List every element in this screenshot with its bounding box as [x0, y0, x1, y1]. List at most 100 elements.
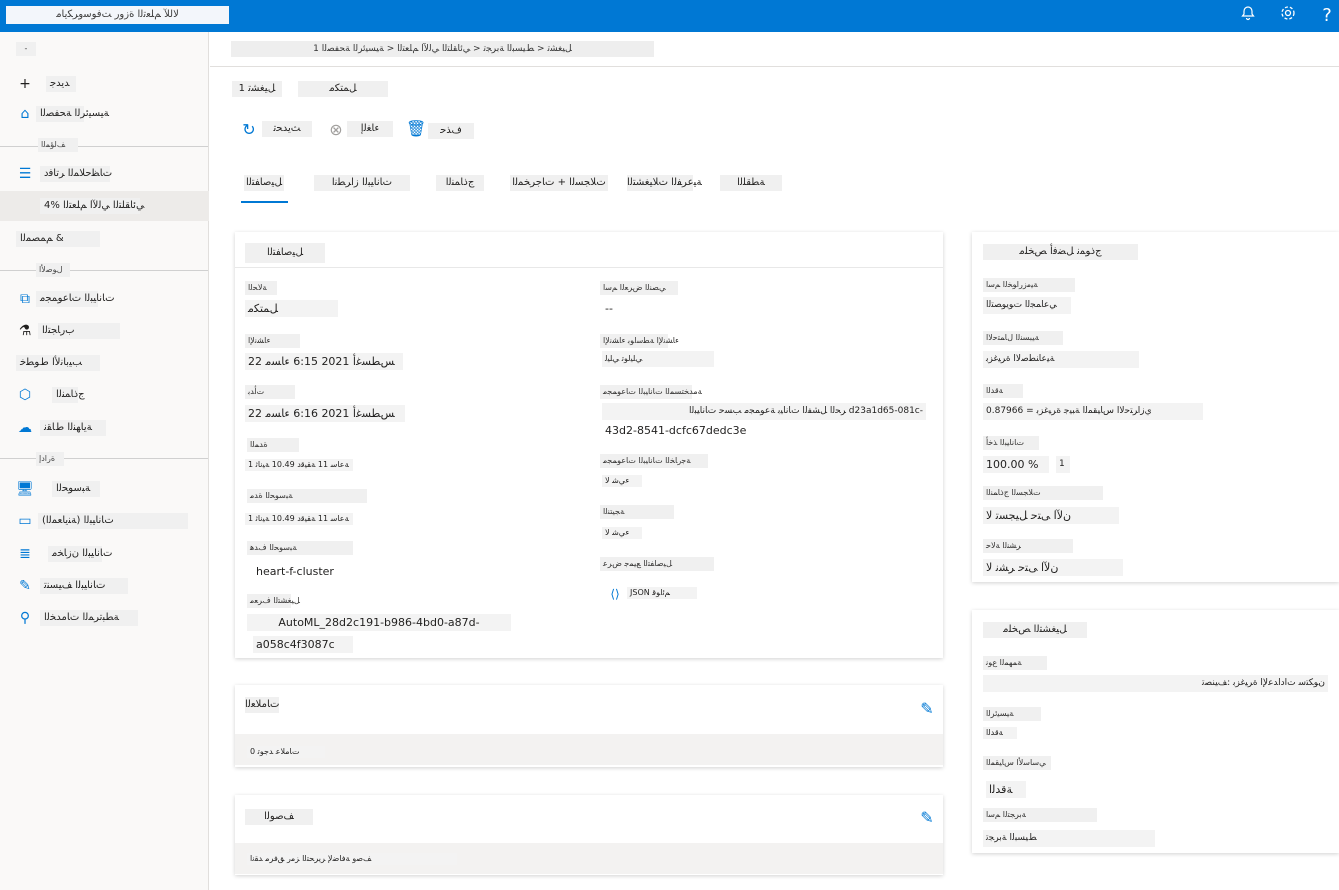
top-bar: ﻻﻟﻶ ﻢﻠﻌﺗﻟﺍ ﺓﺯﻭﺭ ﺖﻓﻮﺳﻭﺮﻜﻳﺎﻣ ? — [0, 0, 1339, 32]
divider — [0, 458, 208, 459]
divider — [210, 66, 1339, 67]
best-model-title: ﺝﺫﻮﻤﻧ ﻞﻀﻓﺃ ﺺﺨﻠﻣ — [983, 244, 1138, 260]
delete-icon[interactable]: 🗑 — [406, 119, 426, 139]
sidebar-item-models[interactable]: ⬡ ﺝﺫﺎﻤﻨﻟﺍ — [0, 381, 209, 409]
registered-models-label: ﺕﻼﺠﺴﻟﺍ ﺝﺫﺎﻤﻨﻟﺍ — [983, 486, 1103, 500]
gear-icon[interactable] — [1276, 4, 1300, 28]
delete-button[interactable]: ﻑﺬﺣ — [428, 123, 474, 139]
started-value: 22 ﺲﻄﺴﻏﺃ 2021 6:16 ﺀﺎﺴﻣ — [245, 405, 405, 422]
primary-metric-value: ﺔﻗﺪﻟﺍ — [986, 781, 1026, 798]
sidebar-item-datastores[interactable]: ≣ ﺕﺎﻧﺎﻴﺒﻟﺍ ﻥﺯﺎﺨﻣ — [0, 540, 209, 568]
app-title[interactable]: ﻻﻟﻶ ﻢﻠﻌﺗﻟﺍ ﺓﺯﻭﺭ ﺖﻓﻮﺳﻭﺮﻜﻳﺎﻣ — [6, 6, 229, 24]
algorithm-value[interactable]: ﻲﻋﺎﻤﺠﻟﺍ ﺕﻮﻳﻮﺼﺘﻟﺍ — [983, 297, 1071, 314]
primary-label: ﺔﻴﺴﻴﺋﺮﻟﺍ — [983, 707, 1041, 721]
compute-target-label: ﺔﺒﺳﻮﺤﻟﺍ ﻑﺪﻫ — [247, 541, 353, 555]
sidebar-item-designer[interactable]: ﻢﻤﺼﻤﻟﺍ & — [0, 225, 209, 253]
json-lists-link[interactable]: JSON ﻢﺋﺍﻮﻗ — [627, 587, 697, 599]
edit-tags-icon[interactable]: ✎ — [917, 699, 937, 719]
primary-value: ﺔﻗﺪﻟﺍ — [983, 727, 1017, 739]
breadcrumb[interactable]: 1 ﻞﻴﻐﺸﺗ < ﻂﻴﺴﺒﻟﺍ ﺔﺑﺮﺠﺗ < ﻲﺋﺎﻘﻠﺘﻟﺍ ﻲﻟﻵﺍ ﻢ… — [231, 41, 654, 57]
created-by-value: ﻲﻠﻴﻟﻮﺗ ﻲﻠﻴﻟ — [602, 351, 714, 367]
divider — [0, 270, 208, 271]
compute-target-value[interactable]: heart-f-cluster — [253, 563, 353, 580]
status-value: ﻞﻤﺘﻜﻣ — [245, 300, 338, 317]
run-summary-title: ﻞﻴﻐﺸﺘﻟﺍ ﺺﺨﻠﻣ — [983, 622, 1087, 638]
run-id-value-line2: a058c4f3087c — [253, 636, 353, 653]
sidebar-item-home[interactable]: ⌂ ﺔﻴﺴﻴﺋﺮﻟﺍ ﺔﺤﻔﺼﻟﺍ — [0, 100, 209, 128]
accuracy-label: ﺔﻗﺪﻟﺍ — [983, 384, 1023, 398]
ensemble-value: ﺔﻴﻋﺎﻨﻄﺻﻻﺍ ﺓﺮﻴﻏﺰﺑ — [983, 351, 1139, 368]
tags-card: ﺕﺎﻣﻼﻌﻟﺍ ✎ 0 ﺕﺎﻣﻼﻋ ﺪﺟﻮﺗ — [235, 685, 943, 767]
sidebar-item-endpoints[interactable]: ☁ ﺔﻳﺎﻬﻨﻟﺍ ﻁﺎﻘﻧ — [0, 414, 209, 442]
all-details-label: ﻞﻴﺻﺎﻔﺘﻟﺍ ﻊﻴﻤﺟ ﺽﺮﻋ — [600, 557, 714, 571]
run-title: 1 ﻞﻴﻐﺸﺗ — [232, 81, 282, 97]
details-title: ﻞﻴﺻﺎﻔﺘﻟﺍ — [245, 243, 325, 263]
datasets-icon: ⧉ — [20, 291, 30, 307]
data-sample-badge: 1 — [1056, 456, 1070, 473]
compute-duration-label: ﺔﺒﺳﻮﺤﻟﺍ ﺓﺪﻣ — [247, 489, 367, 503]
cube-icon: ⬡ — [18, 387, 32, 403]
sidebar-item-automl[interactable]: ﻲﺋﺎﻘﻠﺘﻟﺍ ﻲﻟﻵﺍ ﻢﻠﻌﺘﻟﺍ %4 — [0, 191, 209, 221]
sidebar-item-linked-services[interactable]: ⚲ ﺔﻄﺒﺗﺮﻤﻟﺍ ﺕﺎﻣﺪﺨﻟﺍ — [0, 604, 209, 632]
duration-value: 1 ﺔﻋﺎﺳ 11 ﺔﻘﻴﻗﺩ 10.49 ﺔﻴﻧﺎﺛ — [245, 459, 353, 471]
json-icon[interactable]: ⟨⟩ — [605, 584, 625, 604]
sidebar-item-new[interactable]: + ﺪﻳﺪﺟ — [0, 70, 209, 98]
tab-models[interactable]: ﺝﺫﺎﻤﻨﻟﺍ — [436, 175, 484, 191]
divider — [235, 267, 943, 268]
status-label: ﺔﻟﺎﺤﻟﺍ — [245, 281, 277, 295]
compute-icon: 🖥 — [16, 481, 34, 497]
notebook-icon: ☰ — [18, 166, 32, 182]
created-value: 22 ﺲﻄﺴﻏﺃ 2021 6:15 ﺀﺎﺴﻣ — [245, 353, 403, 370]
run-status: ﻞﻤﺘﻜﻣ — [298, 81, 388, 97]
input-dataset-link-line2[interactable]: 43d2-8541-dcfc67dedc3e — [602, 422, 760, 439]
tab-outputs-logs[interactable]: ﺕﻼﺠﺴﻟﺍ + ﺕﺎﺟﺮﺨﻤﻟﺍ — [510, 175, 608, 191]
accuracy-value: 0.87966 = ﻱﺯﺍﺮﺘﺣﻻﺍ ﺱﺎﻴﻘﻤﻟﺍ ﺔﺒﻴﺟ ﺓﺮﻴﻏﺰﺑ — [983, 403, 1203, 420]
description-empty: ﻒﺻﻭ ﺔﻓﺎﺿﻹ ﺮﻳﺮﺤﺘﻟﺍ ﺰﻣﺭ ﻖﻓﺮﻣ ﺪﻘﻧﺍ — [247, 853, 457, 865]
description-title: ﻒﺻﻮﻟﺍ — [245, 809, 313, 825]
data-sample-label: ﺕﺎﻧﺎﻴﺒﻟﺍ ﺬﺧﺃ — [983, 436, 1039, 450]
description-card: ﻒﺻﻮﻟﺍ ✎ ﻒﺻﻭ ﺔﻓﺎﺿﻹ ﺮﻳﺮﺤﺘﻟﺍ ﺰﻣﺭ ﻖﻓﺮﻣ ﺪﻘﻧﺍ — [235, 795, 943, 875]
deploy-status-label: ﺮﺸﻨﻟﺍ ﺔﻟﺎﺣ — [983, 539, 1073, 553]
data-sample-value: 100.00 % — [983, 456, 1049, 473]
sidebar-item-experiments[interactable]: ⚗ ﺏﺭﺎﺠﺘﻟﺍ — [0, 317, 209, 345]
refresh-icon[interactable]: ↻ — [239, 120, 259, 140]
home-icon: ⌂ — [20, 106, 30, 122]
task-type-label: ﺔﻤﻬﻤﻟﺍ ﻉﻮﻧ — [983, 656, 1047, 670]
sidebar-item-data-labeling[interactable]: ▭ ﺕﺎﻧﺎﻴﺒﻟﺍ (ﺔﻨﻳﺎﻌﻤﻟﺍ) — [0, 507, 209, 535]
section-assets: ﻝﻮﺻﻷﺍ — [36, 263, 70, 277]
run-id-label: ﻞﻴﻐﺸﺘﻟﺍ ﻑﺮﻌﻣ — [247, 594, 300, 608]
display-name-value: -- — [602, 300, 632, 317]
sidebar-item-pipelines[interactable]: ﺐﻴﺑﺎﻧﻷﺍ ﻁﻮﻄﺧ — [0, 349, 209, 377]
tab-child-runs[interactable]: ﺔﻴﻋﺮﻔﻟﺍ ﺕﻼﻴﻐﺸﺘﻟﺍ — [627, 175, 702, 191]
endpoint-icon: ☁ — [18, 420, 32, 436]
details-card: ﻞﻴﺻﺎﻔﺘﻟﺍ ﺔﻟﺎﺤﻟﺍ ﻞﻤﺘﻜﻣ ﺀﺎﺸﻧﻹﺍ 22 ﺲﻄﺴﻏﺃ 20… — [235, 232, 943, 658]
best-model-card: ﺝﺫﻮﻤﻧ ﻞﻀﻓﺃ ﺺﺨﻠﻣ ﺔﻴﻣﺯﺭﺍﻮﺨﻟﺍ ﻢﺳﺍ ﻲﻋﺎﻤﺠﻟﺍ ﺕ… — [972, 232, 1339, 582]
section-manage: ﺓﺭﺍﺩﺇ — [36, 452, 64, 466]
created-label: ﺀﺎﺸﻧﻹﺍ — [245, 334, 300, 348]
sidebar: - + ﺪﻳﺪﺟ ⌂ ﺔﻴﺴﻴﺋﺮﻟﺍ ﺔﺤﻔﺼﻟﺍ ﻒﻟﺆﻤﻟﺍ ☰ ﺕﺎﻈﺣ… — [0, 32, 209, 890]
algorithm-label: ﺔﻴﻣﺯﺭﺍﻮﺨﻟﺍ ﻢﺳﺍ — [983, 278, 1075, 292]
edit-description-icon[interactable]: ✎ — [917, 808, 937, 828]
bell-icon[interactable] — [1236, 4, 1260, 28]
sidebar-item-labeling[interactable]: ✎ ﺕﺎﻧﺎﻴﺒﻟﺍ ﻒﻴﺴﻨﺗ — [0, 572, 209, 600]
labeling-icon: ▭ — [18, 513, 32, 529]
refresh-button[interactable]: ﺚﻳﺪﺤﺗ — [262, 121, 312, 137]
task-type-value: ﻥﻮﻜﺘﺳ ﺕﺍﺩﺍﺪﻋﻹﺍ ﺓﺮﻴﻏﺰﺑ :ﻒﻴﻨﺼﺗ — [983, 675, 1328, 692]
tab-details[interactable]: ﻞﻴﺻﺎﻔﺘﻟﺍ — [244, 175, 284, 191]
sidebar-item-datasets[interactable]: ⧉ ﺕﺎﻧﺎﻴﺒﻟﺍ ﺕﺎﻋﻮﻤﺠﻣ — [0, 285, 209, 313]
tags-title: ﺕﺎﻣﻼﻌﻟﺍ — [245, 697, 279, 713]
cancel-icon[interactable]: ⊗ — [326, 120, 346, 140]
collapse-button[interactable]: - — [16, 42, 36, 56]
input-dataset-link-line1[interactable]: -d23a1d65-081c ﺮﺤﻟﺍ ﻞﺸﻔﻟﺍ ﺕﺎﻧﺎﻴﺑ ﺔﻋﻮﻤﺠﻣ … — [602, 403, 926, 420]
tab-snapshot[interactable]: ﺔﻄﻘﻠﻟﺍ — [720, 175, 782, 191]
output-datasets-label: ﺔﺟﺭﺎﺨﻟﺍ ﺕﺎﻧﺎﻴﺒﻟﺍ ﺕﺎﻋﻮﻤﺠﻣ — [600, 454, 708, 468]
sidebar-item-notebooks[interactable]: ☰ ﺕﺎﻈﺣﻼﻤﻟﺍ ﺮﺗﺎﻓﺩ — [0, 160, 209, 188]
sidebar-item-compute[interactable]: 🖥 ﺔﺒﺳﻮﺤﻟﺍ — [0, 475, 209, 503]
help-icon[interactable]: ? — [1315, 4, 1339, 28]
edit-icon: ✎ — [19, 578, 31, 594]
run-id-value-line1: AutoML_28d2c191-b986-4bd0-a87d- — [247, 614, 511, 631]
tab-data-drift[interactable]: ﺕﺎﻧﺎﻴﺒﻟﺍ ﺯﺍﺮﻄﻧﺍ — [314, 175, 410, 191]
experiment-name-value[interactable]: ﻂﻴﺴﺒﻟﺍ ﺔﺑﺮﺠﺗ — [983, 830, 1155, 847]
tags-band — [235, 734, 943, 765]
cancel-button[interactable]: ﺀﺎﻐﻟﺇ — [347, 121, 393, 137]
